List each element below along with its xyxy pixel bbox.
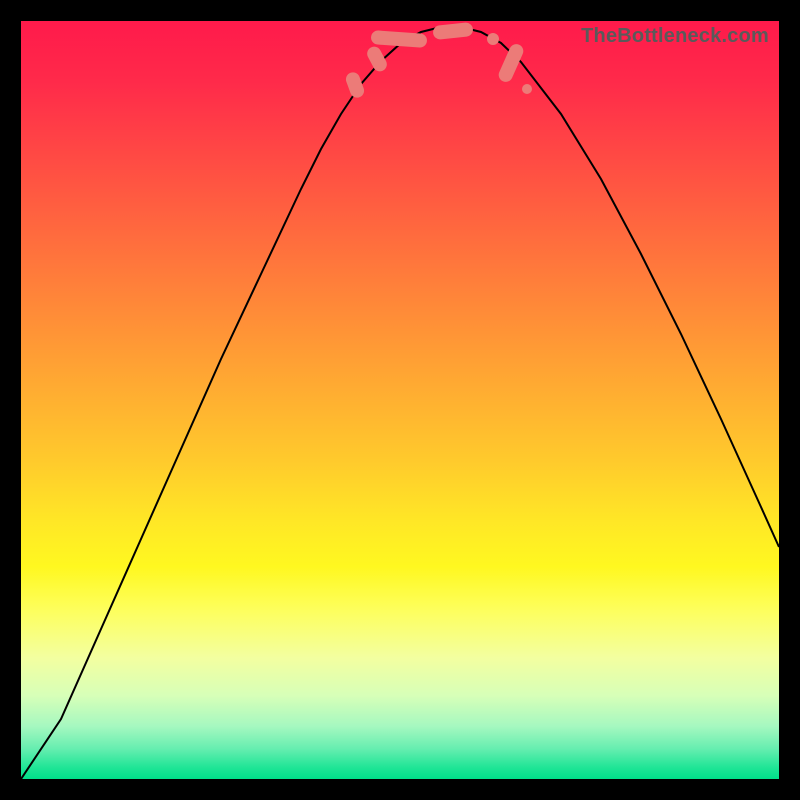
curve-marker [522, 84, 532, 94]
plot-area: TheBottleneck.com [21, 21, 779, 779]
watermark-text: TheBottleneck.com [581, 25, 769, 48]
curve-marker [487, 33, 499, 45]
curve-path [21, 27, 779, 779]
bottleneck-curve [21, 21, 779, 779]
chart-stage: TheBottleneck.com [0, 0, 800, 800]
